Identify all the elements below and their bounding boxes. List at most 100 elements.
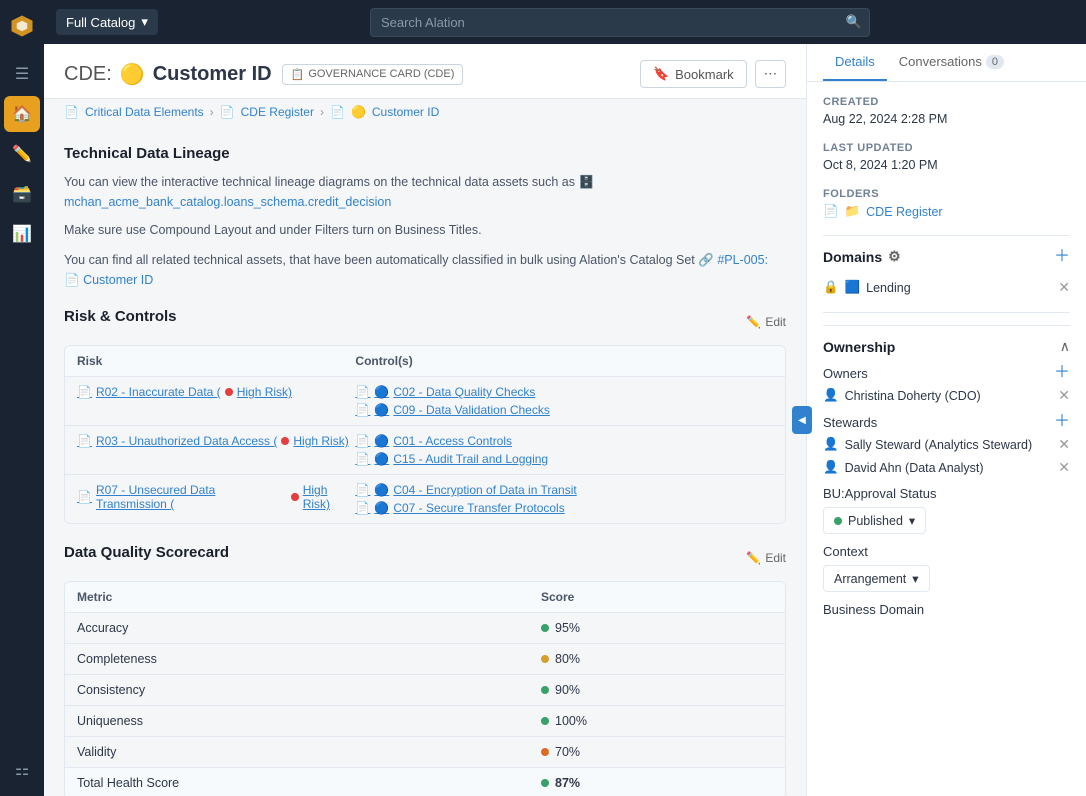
risk-edit-button[interactable]: ✏️ Edit <box>746 315 786 329</box>
doc-icon: 📄 <box>355 483 370 497</box>
remove-owner-button[interactable]: ✕ <box>1058 387 1070 404</box>
bookmark-button[interactable]: 🔖 Bookmark <box>640 60 747 88</box>
control-icon: 🔵 <box>374 483 389 497</box>
lineage-desc-2: You can find all related technical asset… <box>64 250 786 290</box>
nav-menu-icon[interactable]: ☰ <box>4 56 40 92</box>
breadcrumb-icon-cde: 🟡 <box>351 105 366 119</box>
approval-status-dropdown[interactable]: Published ▾ <box>823 507 926 534</box>
governance-label: GOVERNANCE CARD (CDE) <box>308 68 454 80</box>
score-indicator <box>541 686 549 694</box>
breadcrumb: 📄 Critical Data Elements › 📄 CDE Registe… <box>44 99 806 129</box>
control-link-1b[interactable]: 📄 🔵 C09 - Data Validation Checks <box>355 403 773 417</box>
governance-badge[interactable]: 📋 GOVERNANCE CARD (CDE) <box>282 64 464 85</box>
add-domain-button[interactable]: ＋ <box>1054 249 1070 265</box>
doc-icon: 📄 <box>77 385 92 399</box>
lock-icon: 🔒 <box>823 280 839 295</box>
doc-icon: 📄 <box>355 385 370 399</box>
tab-conversations[interactable]: Conversations 0 <box>887 44 1016 81</box>
domains-title: Domains ⚙ <box>823 248 901 265</box>
last-updated-value: Oct 8, 2024 1:20 PM <box>823 158 1070 172</box>
risk-link-2[interactable]: 📄 R03 - Unauthorized Data Access ( High … <box>77 434 355 448</box>
catalog-label: Full Catalog <box>66 15 135 30</box>
conversations-badge: 0 <box>986 55 1004 69</box>
high-risk-dot <box>291 493 299 501</box>
table-row: 📄 R03 - Unauthorized Data Access ( High … <box>65 426 785 475</box>
metric-col-header: Metric <box>77 590 541 604</box>
scorecard-row: Completeness 80% <box>65 644 785 675</box>
bookmark-icon: 🔖 <box>653 66 669 82</box>
remove-steward-button[interactable]: ✕ <box>1058 436 1070 453</box>
lineage-link-1[interactable]: mchan_acme_bank_catalog.loans_schema.cre… <box>64 195 391 209</box>
panel-toggle-button[interactable]: ◀ <box>792 406 812 434</box>
person-icon: 👤 <box>823 437 839 452</box>
scorecard-row: Consistency 90% <box>65 675 785 706</box>
page-header: CDE: 🟡 Customer ID 📋 GOVERNANCE CARD (CD… <box>44 44 806 99</box>
lineage-title: Technical Data Lineage <box>64 145 786 162</box>
business-domain-group: Business Domain <box>823 602 1070 617</box>
score-indicator <box>541 655 549 663</box>
breadcrumb-link-2[interactable]: CDE Register <box>241 105 314 119</box>
control-link-3a[interactable]: 📄 🔵 C04 - Encryption of Data in Transit <box>355 483 773 497</box>
steward-name-1: Sally Steward (Analytics Steward) <box>845 438 1033 452</box>
score-indicator <box>541 624 549 632</box>
risk-title: Risk & Controls <box>64 308 177 325</box>
control-link-3b[interactable]: 📄 🔵 C07 - Secure Transfer Protocols <box>355 501 773 515</box>
nav-chart-icon[interactable]: 📊 <box>4 216 40 252</box>
breadcrumb-icon-2: 📄 <box>220 105 235 119</box>
steward-item: 👤 Sally Steward (Analytics Steward) ✕ <box>823 436 1070 453</box>
nav-home-icon[interactable]: 🏠 <box>4 96 40 132</box>
add-owner-button[interactable]: ＋ <box>1054 365 1070 381</box>
control-icon: 🔵 <box>374 501 389 515</box>
folder-reg-icon: 📁 <box>845 204 861 219</box>
edit-icon: ✏️ <box>746 315 761 329</box>
approval-status-value: Published <box>848 514 903 528</box>
tab-details[interactable]: Details <box>823 44 887 81</box>
control-link-1a[interactable]: 📄 🔵 C02 - Data Quality Checks <box>355 385 773 399</box>
db-icon: 🗄️ <box>578 175 594 189</box>
folder-name: CDE Register <box>866 205 942 219</box>
search-bar: 🔍 <box>370 8 870 37</box>
nav-database-icon[interactable]: 🗃️ <box>4 176 40 212</box>
remove-steward-button[interactable]: ✕ <box>1058 459 1070 476</box>
right-panel: Details Conversations 0 CREATED Aug 22, … <box>806 44 1086 796</box>
catalog-selector[interactable]: Full Catalog ▾ <box>56 9 158 35</box>
owners-group: Owners ＋ 👤 Christina Doherty (CDO) ✕ <box>823 365 1070 404</box>
steward-name-2: David Ahn (Data Analyst) <box>845 461 984 475</box>
context-label: Context <box>823 544 1070 559</box>
add-steward-button[interactable]: ＋ <box>1054 414 1070 430</box>
chevron-down-icon: ▾ <box>912 571 918 586</box>
lineage-desc-hint: Make sure use Compound Layout and under … <box>64 220 786 240</box>
control-link-2a[interactable]: 📄 🔵 C01 - Access Controls <box>355 434 773 448</box>
breadcrumb-icon-1: 📄 <box>64 105 79 119</box>
more-options-button[interactable]: ⋯ <box>755 60 786 88</box>
risk-link-3[interactable]: 📄 R07 - Unsecured Data Transmission ( Hi… <box>77 483 355 511</box>
folder-item[interactable]: 📄 📁 CDE Register <box>823 204 1070 219</box>
owners-label: Owners <box>823 366 868 381</box>
scorecard-edit-button[interactable]: ✏️ Edit <box>746 551 786 565</box>
bookmark-label: Bookmark <box>675 67 734 82</box>
nav-edit-icon[interactable]: ✏️ <box>4 136 40 172</box>
breadcrumb-link-3[interactable]: Customer ID <box>372 105 439 119</box>
doc-icon: 📋 <box>291 68 305 81</box>
controls-col-header: Control(s) <box>355 354 773 368</box>
context-dropdown[interactable]: Arrangement ▾ <box>823 565 930 592</box>
top-bar: Full Catalog ▾ 🔍 <box>44 0 1086 44</box>
lineage-catalog-link[interactable]: #PL-005: <box>717 253 768 267</box>
gear-icon[interactable]: ⚙ <box>888 248 901 265</box>
doc-icon: 📄 <box>355 452 370 466</box>
collapse-ownership-button[interactable]: ∧ <box>1060 338 1070 355</box>
edit-icon: ✏️ <box>746 551 761 565</box>
doc-icon: 📄 <box>355 403 370 417</box>
risk-link-1[interactable]: 📄 R02 - Inaccurate Data ( High Risk) <box>77 385 355 399</box>
search-input[interactable] <box>370 8 870 37</box>
created-value: Aug 22, 2024 2:28 PM <box>823 112 1070 126</box>
logo[interactable] <box>4 8 40 44</box>
stewards-label: Stewards <box>823 415 877 430</box>
folders-section: FOLDERS 📄 📁 CDE Register <box>823 188 1070 219</box>
breadcrumb-link-1[interactable]: Critical Data Elements <box>85 105 204 119</box>
remove-domain-button[interactable]: ✕ <box>1058 279 1070 296</box>
score-col-header: Score <box>541 590 773 604</box>
nav-apps-icon[interactable]: ⚏ <box>4 752 40 788</box>
control-link-2b[interactable]: 📄 🔵 C15 - Audit Trail and Logging <box>355 452 773 466</box>
lineage-cde-link[interactable]: Customer ID <box>83 273 153 287</box>
